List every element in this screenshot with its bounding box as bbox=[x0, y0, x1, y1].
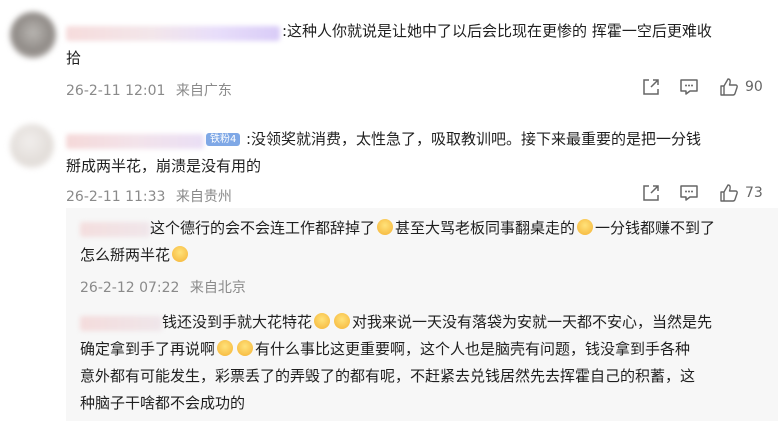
reply-text: 种脑子干啥都不会成功的 bbox=[80, 394, 246, 412]
reply-date: 26-2-12 07:22 bbox=[80, 280, 180, 296]
comment-meta: 26-2-11 12:01 来自广东 bbox=[66, 80, 232, 100]
sweat-emoji bbox=[334, 313, 351, 329]
fan-badge: 铁粉4 bbox=[206, 133, 241, 146]
comment-text: :没领奖就消费，太性急了，吸取教训吧。接下来最重要的是把一分钱 bbox=[246, 130, 702, 148]
replies-panel: 这个德行的会不会连工作都辞掉了 甚至大骂老板同事翻桌走的 一分钱都赚不到了 怎么掰两… bbox=[66, 208, 778, 421]
reply-text: 怎么掰两半花 bbox=[80, 242, 190, 269]
like-count: 90 bbox=[745, 79, 763, 95]
reply-location: 来自北京 bbox=[189, 280, 246, 296]
sweat-emoji bbox=[217, 340, 234, 356]
comment-text: 掰成两半花，崩溃是没有用的 bbox=[66, 157, 262, 175]
thumbs-up-icon[interactable] bbox=[719, 77, 739, 97]
comment-actions: 73 bbox=[641, 183, 763, 203]
comment-icon[interactable] bbox=[679, 77, 699, 97]
reply-text: 钱还没到手就大花特花 对我来说一天没有落袋为安就一天都不安心，当然是先 bbox=[162, 313, 713, 331]
comment-actions: 90 bbox=[641, 77, 763, 97]
username-blurred[interactable] bbox=[66, 26, 280, 41]
comment-date: 26-2-11 11:33 bbox=[66, 189, 166, 205]
sweat-emoji bbox=[314, 313, 331, 329]
avatar[interactable] bbox=[10, 124, 54, 168]
reply-text: 确定拿到手了再说啊 有什么事比这更重要啊，这个人也是脑壳有问题，钱没拿到手各种 bbox=[80, 340, 691, 358]
laughing-tears-emoji bbox=[172, 246, 189, 262]
username-blurred[interactable] bbox=[66, 134, 204, 149]
comment-location: 来自广东 bbox=[175, 83, 232, 99]
thumbs-up-icon[interactable] bbox=[719, 183, 739, 203]
username-blurred[interactable] bbox=[80, 222, 150, 237]
share-icon[interactable] bbox=[641, 77, 661, 97]
comment-text: 拾 bbox=[66, 49, 82, 67]
reply-text: 意外都有可能发生，彩票丢了的弄毁了的都有呢，不赶紧去兑钱居然先去挥霍自己的积蓄，… bbox=[80, 367, 696, 385]
laughing-tears-emoji bbox=[377, 219, 394, 235]
username-blurred[interactable] bbox=[80, 316, 162, 331]
reply-meta: 26-2-12 07:22 来自北京 bbox=[80, 277, 246, 297]
comment-location: 来自贵州 bbox=[175, 189, 232, 205]
avatar[interactable] bbox=[10, 12, 56, 58]
comment-date: 26-2-11 12:01 bbox=[66, 83, 166, 99]
comment-icon[interactable] bbox=[679, 183, 699, 203]
reply-text: 这个德行的会不会连工作都辞掉了 甚至大骂老板同事翻桌走的 一分钱都赚不到了 bbox=[150, 219, 716, 237]
share-icon[interactable] bbox=[641, 183, 661, 203]
comment-text: :这种人你就说是让她中了以后会比现在更惨的 挥霍一空后更难收 bbox=[282, 22, 712, 40]
laughing-tears-emoji bbox=[577, 219, 594, 235]
sweat-emoji bbox=[237, 340, 254, 356]
like-count: 73 bbox=[745, 185, 763, 201]
comment-meta: 26-2-11 11:33 来自贵州 bbox=[66, 186, 232, 206]
